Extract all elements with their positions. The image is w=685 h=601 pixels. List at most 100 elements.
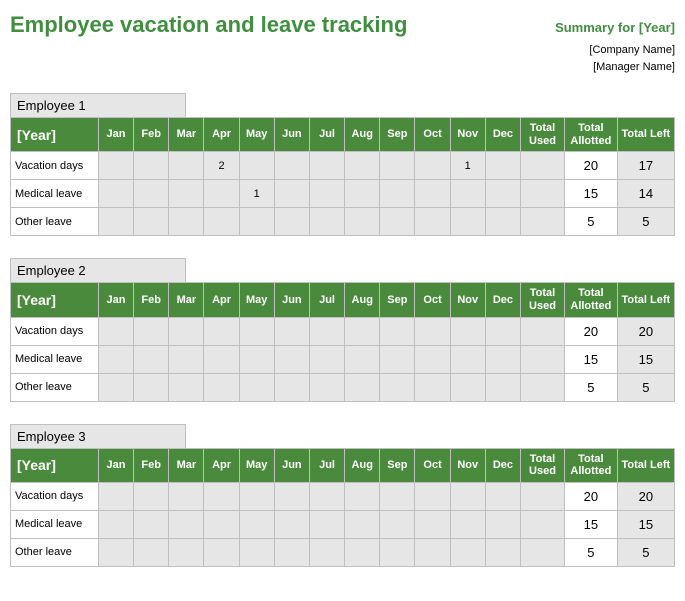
month-cell bbox=[380, 482, 415, 510]
total-left-cell: 14 bbox=[617, 180, 674, 208]
month-cell bbox=[485, 345, 520, 373]
month-cell bbox=[485, 152, 520, 180]
employee-name: Employee 3 bbox=[10, 424, 186, 448]
month-cell: 2 bbox=[204, 152, 239, 180]
month-cell bbox=[169, 152, 204, 180]
month-cell bbox=[485, 538, 520, 566]
month-cell bbox=[485, 373, 520, 401]
month-cell bbox=[274, 345, 309, 373]
employee-name: Employee 2 bbox=[10, 258, 186, 282]
col-total-left: Total Left bbox=[617, 283, 674, 317]
total-allotted-cell: 5 bbox=[564, 373, 617, 401]
month-cell bbox=[98, 180, 133, 208]
month-cell bbox=[380, 373, 415, 401]
month-cell bbox=[169, 317, 204, 345]
row-label: Vacation days bbox=[11, 317, 99, 345]
month-cell bbox=[204, 208, 239, 236]
month-cell bbox=[415, 538, 450, 566]
month-cell bbox=[98, 208, 133, 236]
col-month: Apr bbox=[204, 283, 239, 317]
row-label: Other leave bbox=[11, 538, 99, 566]
month-cell bbox=[239, 208, 274, 236]
month-cell bbox=[309, 482, 344, 510]
col-month: Feb bbox=[134, 448, 169, 482]
month-cell bbox=[204, 373, 239, 401]
month-cell bbox=[485, 317, 520, 345]
month-cell bbox=[345, 538, 380, 566]
total-allotted-cell: 15 bbox=[564, 510, 617, 538]
month-cell bbox=[415, 510, 450, 538]
row-label: Medical leave bbox=[11, 510, 99, 538]
meta-block: [Company Name] [Manager Name] bbox=[10, 42, 675, 75]
col-year: [Year] bbox=[11, 283, 99, 317]
month-cell bbox=[169, 538, 204, 566]
total-allotted-cell: 20 bbox=[564, 317, 617, 345]
col-month: Jun bbox=[274, 448, 309, 482]
table-row: Vacation days2020 bbox=[11, 482, 675, 510]
month-cell bbox=[134, 538, 169, 566]
col-month: Jan bbox=[98, 283, 133, 317]
month-cell bbox=[345, 317, 380, 345]
col-month: Jul bbox=[309, 283, 344, 317]
employee-block: Employee 3[Year]JanFebMarAprMayJunJulAug… bbox=[10, 424, 675, 567]
month-cell bbox=[274, 152, 309, 180]
month-cell bbox=[380, 538, 415, 566]
month-cell bbox=[345, 373, 380, 401]
total-used-cell bbox=[521, 317, 565, 345]
col-month: Sep bbox=[380, 118, 415, 152]
month-cell bbox=[345, 482, 380, 510]
col-month: Apr bbox=[204, 118, 239, 152]
total-left-cell: 15 bbox=[617, 510, 674, 538]
total-allotted-cell: 15 bbox=[564, 180, 617, 208]
col-month: Jun bbox=[274, 283, 309, 317]
header: Employee vacation and leave tracking Sum… bbox=[10, 12, 675, 38]
company-name: [Company Name] bbox=[10, 42, 675, 59]
month-cell bbox=[169, 482, 204, 510]
col-year: [Year] bbox=[11, 448, 99, 482]
month-cell bbox=[345, 180, 380, 208]
month-cell bbox=[98, 373, 133, 401]
month-cell bbox=[450, 510, 485, 538]
month-cell bbox=[309, 345, 344, 373]
col-month: Aug bbox=[345, 118, 380, 152]
col-month: Jun bbox=[274, 118, 309, 152]
month-cell bbox=[169, 180, 204, 208]
row-label: Medical leave bbox=[11, 180, 99, 208]
col-month: Mar bbox=[169, 118, 204, 152]
table-row: Medical leave 1515 bbox=[11, 510, 675, 538]
month-cell bbox=[415, 482, 450, 510]
month-cell bbox=[309, 208, 344, 236]
row-label: Vacation days bbox=[11, 482, 99, 510]
col-month: Aug bbox=[345, 448, 380, 482]
col-total-left: Total Left bbox=[617, 448, 674, 482]
month-cell bbox=[239, 373, 274, 401]
row-label: Other leave bbox=[11, 373, 99, 401]
month-cell bbox=[309, 152, 344, 180]
table-row: Medical leave11514 bbox=[11, 180, 675, 208]
total-left-cell: 15 bbox=[617, 345, 674, 373]
total-used-cell bbox=[521, 180, 565, 208]
table-row: Other leave55 bbox=[11, 373, 675, 401]
month-cell bbox=[274, 373, 309, 401]
month-cell bbox=[380, 152, 415, 180]
table-row: Vacation days212017 bbox=[11, 152, 675, 180]
col-total-used: Total Used bbox=[521, 118, 565, 152]
total-left-cell: 5 bbox=[617, 208, 674, 236]
month-cell bbox=[485, 510, 520, 538]
total-left-cell: 17 bbox=[617, 152, 674, 180]
total-used-cell bbox=[521, 538, 565, 566]
col-month: Nov bbox=[450, 118, 485, 152]
month-cell bbox=[204, 180, 239, 208]
month-cell bbox=[450, 180, 485, 208]
month-cell bbox=[274, 538, 309, 566]
col-total-left: Total Left bbox=[617, 118, 674, 152]
month-cell bbox=[239, 538, 274, 566]
month-cell bbox=[309, 317, 344, 345]
month-cell bbox=[169, 345, 204, 373]
month-cell bbox=[134, 180, 169, 208]
month-cell bbox=[169, 373, 204, 401]
col-month: Sep bbox=[380, 448, 415, 482]
month-cell bbox=[309, 373, 344, 401]
row-label: Vacation days bbox=[11, 152, 99, 180]
col-month: Nov bbox=[450, 283, 485, 317]
